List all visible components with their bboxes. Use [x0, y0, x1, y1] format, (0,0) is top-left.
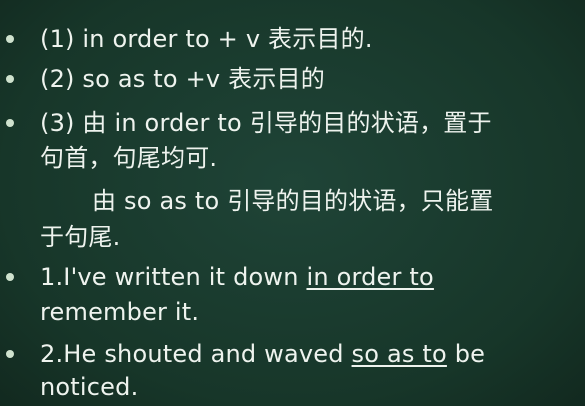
example-1-underlined: in order to — [306, 263, 434, 291]
item-3-line-1: (3) 由 in order to 引导的目的状语，置于 — [40, 109, 492, 137]
example-2-line-1: 2.He shouted and waved so as to be — [40, 339, 485, 369]
item-1-text: (1) in order to + v 表示目的. — [40, 25, 373, 53]
slide: (1) in order to + v 表示目的. (2) so as to +… — [0, 0, 585, 406]
example-2-underlined: so as to — [351, 340, 447, 368]
item-3b-line-1: 由 so as to 引导的目的状语，只能置 — [92, 187, 494, 215]
example-1-line-2: remember it. — [40, 298, 200, 326]
example-1-text: 1.I've written it down — [40, 263, 307, 291]
example-2-text: 2.He shouted and waved — [40, 340, 352, 368]
item-2-text: (2) so as to +v 表示目的 — [40, 65, 325, 93]
item-3b-line-2: 于句尾. — [40, 223, 121, 251]
item-3-line-2: 句首，句尾均可. — [40, 144, 218, 172]
bullet-icon — [6, 119, 14, 127]
bullet-icon — [6, 35, 14, 43]
example-2-text-end: be — [446, 340, 486, 368]
example-1-line-1: 1.I've written it down in order to — [40, 262, 434, 292]
example-2-line-2: noticed. — [40, 373, 139, 401]
bullet-icon — [6, 75, 14, 83]
bullet-icon — [6, 350, 14, 358]
bullet-icon — [6, 273, 14, 281]
